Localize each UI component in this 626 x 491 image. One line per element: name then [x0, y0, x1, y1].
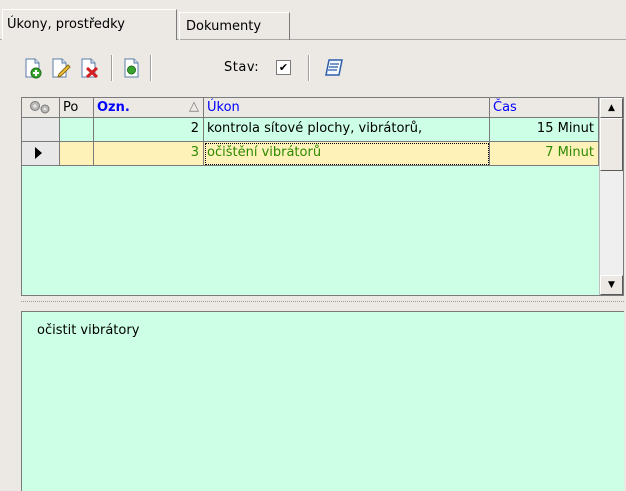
cell-ozn: 2 — [94, 118, 204, 142]
cell-ukon[interactable]: očištění vibrátorů — [204, 142, 490, 166]
column-header-cas[interactable]: Čas — [490, 98, 599, 118]
sort-ascending-icon: △ — [189, 99, 199, 114]
note-text: očistit vibrátory — [37, 323, 140, 338]
tab-ukony-prostredky[interactable]: Úkony, prostředky — [2, 9, 177, 40]
delete-icon[interactable] — [79, 57, 101, 79]
row-indicator — [22, 118, 60, 142]
cell-ukon: kontrola sítové plochy, vibrátorů, — [204, 118, 490, 142]
document-icon[interactable] — [121, 57, 143, 79]
note-panel[interactable]: očistit vibrátory — [21, 311, 624, 491]
scrollbar-thumb[interactable] — [600, 118, 623, 171]
panel-splitter[interactable] — [21, 298, 624, 308]
toolbar-separator — [308, 55, 310, 81]
print-icon[interactable] — [323, 57, 345, 79]
cell-ozn: 3 — [94, 142, 204, 166]
cell-po — [60, 118, 94, 142]
row-indicator — [22, 142, 60, 166]
tab-label: Dokumenty — [186, 19, 262, 34]
stav-checkbox[interactable]: ✔ — [276, 60, 291, 75]
table-row-selected[interactable]: 3 očištění vibrátorů 7 Minut — [22, 142, 599, 166]
table-row[interactable]: 2 kontrola sítové plochy, vibrátorů, 15 … — [22, 118, 599, 142]
tasks-grid: Po Ozn. △ Úkon Čas 2 kontrola sítové plo… — [21, 97, 624, 296]
cell-cas: 7 Minut — [490, 142, 599, 166]
tab-dokumenty[interactable]: Dokumenty — [179, 12, 290, 40]
column-header-ukon[interactable]: Úkon — [204, 98, 490, 118]
new-icon[interactable] — [22, 57, 44, 79]
cell-cas: 15 Minut — [490, 118, 599, 142]
scroll-up-arrow-icon[interactable]: ▲ — [600, 98, 623, 118]
stav-label: Stav: — [224, 60, 260, 75]
tab-bar: Úkony, prostředky Dokumenty — [0, 0, 626, 40]
tab-label: Úkony, prostředky — [7, 17, 125, 32]
scroll-down-arrow-icon[interactable]: ▼ — [600, 275, 623, 295]
current-row-arrow-icon — [35, 147, 42, 159]
cell-po — [60, 142, 94, 166]
toolbar-separator — [150, 55, 152, 81]
toolbar: Stav: ✔ — [0, 40, 626, 94]
grid-settings-icon[interactable] — [22, 98, 60, 118]
column-header-ozn-label: Ozn. — [97, 100, 130, 115]
column-header-ozn[interactable]: Ozn. △ — [94, 98, 204, 118]
vertical-scrollbar[interactable]: ▲ ▼ — [599, 98, 623, 295]
toolbar-separator — [111, 55, 113, 81]
edit-icon[interactable] — [50, 57, 72, 79]
grid-header: Po Ozn. △ Úkon Čas — [22, 98, 599, 118]
column-header-po[interactable]: Po — [60, 98, 94, 118]
